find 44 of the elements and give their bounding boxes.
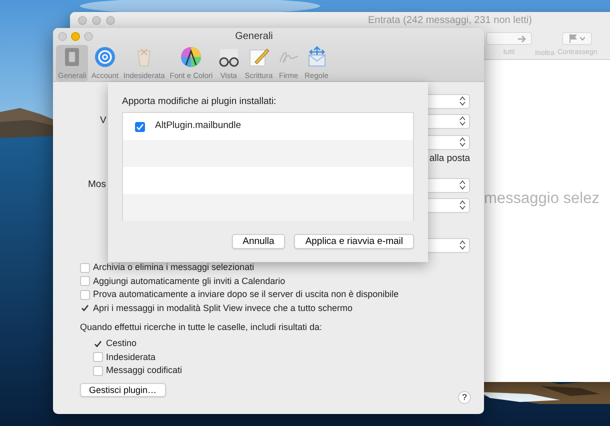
checkbox-label: Cestino bbox=[106, 337, 137, 350]
chevron-icon bbox=[459, 116, 466, 126]
dialog-button[interactable]: Annulla bbox=[232, 234, 286, 249]
window-title: Entrata (242 messaggi, 231 non letti) bbox=[367, 14, 533, 28]
chevron-icon bbox=[459, 200, 466, 210]
dialog-label: Apporta modifiche ai plugin installati: bbox=[122, 95, 276, 107]
checkbox[interactable] bbox=[93, 352, 103, 362]
field-label: V bbox=[100, 114, 106, 128]
checkbox[interactable] bbox=[93, 338, 103, 349]
manage-plugins-button[interactable]: Gestisci plugin… bbox=[80, 382, 166, 396]
caret-icon bbox=[580, 36, 586, 40]
chevron-icon bbox=[459, 137, 466, 147]
pencil-icon bbox=[248, 46, 270, 68]
help-button[interactable]: ? bbox=[458, 391, 471, 404]
glasses-icon bbox=[218, 46, 240, 68]
dialog-button[interactable]: Applica e riavvia e-mail bbox=[294, 234, 414, 249]
field-label: Mos bbox=[88, 178, 106, 192]
checkbox-label: Archivia o elimina i messaggi selezionati bbox=[93, 261, 254, 274]
checkbox-label: Messaggi codificati bbox=[106, 364, 182, 377]
checkbox-label: Prova automaticamente a inviare dopo se il server di uscita non è disponibile bbox=[93, 288, 399, 301]
arrow-icon bbox=[517, 34, 527, 42]
chevron-icon bbox=[459, 96, 466, 106]
chevron-icon bbox=[459, 240, 466, 250]
section-label: Quando effettui ricerche in tutte le caselle, includi risultati da: bbox=[80, 321, 323, 334]
window-title: Generali bbox=[234, 30, 274, 44]
island-drawing bbox=[0, 108, 55, 138]
checkbox[interactable] bbox=[80, 303, 90, 314]
toolbar-button[interactable] bbox=[486, 32, 532, 45]
envelope-icon bbox=[306, 46, 328, 68]
label-text: alla posta bbox=[429, 152, 470, 166]
checkbox-label: Indesiderata bbox=[106, 350, 156, 364]
flag-button[interactable] bbox=[562, 32, 592, 45]
flag-icon bbox=[569, 34, 578, 43]
checkbox[interactable] bbox=[80, 262, 90, 273]
empty-message: messaggio selez bbox=[484, 189, 600, 209]
color-wheel-icon bbox=[180, 46, 202, 68]
plugin-name: AltPlugin.mailbundle bbox=[155, 119, 242, 134]
checkbox[interactable] bbox=[80, 290, 90, 300]
checkbox-label: Apri i messaggi in modalità Split View invece che a tutto schermo bbox=[93, 302, 352, 315]
checkbox[interactable] bbox=[93, 366, 103, 376]
chevron-icon bbox=[459, 180, 466, 190]
at-sign-icon bbox=[94, 46, 116, 68]
checkbox[interactable] bbox=[80, 276, 90, 286]
checkbox-label: Aggiungi automaticamente gli inviti a Calendario bbox=[93, 274, 286, 288]
